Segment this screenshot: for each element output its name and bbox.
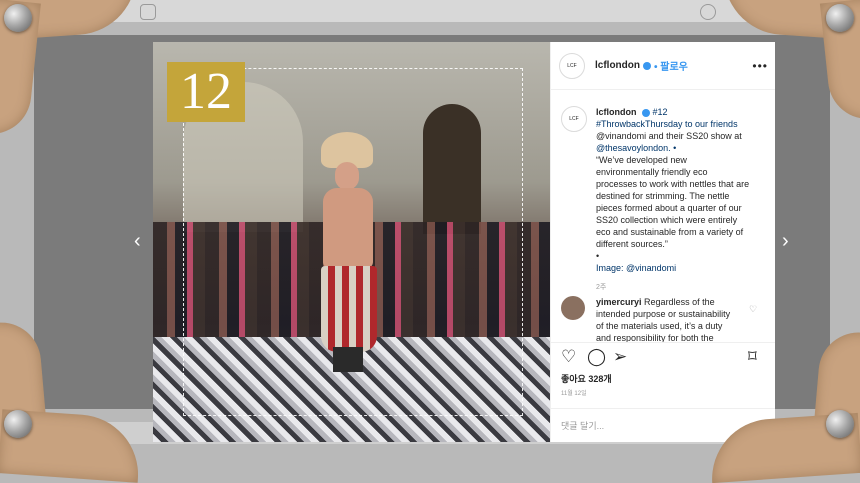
caption-line: pieces formed about a quarter of our	[596, 203, 742, 213]
caption-avatar-text: LCF	[569, 116, 579, 122]
comment-line: intended purpose or sustainability	[596, 309, 731, 319]
caption-line[interactable]: @thesavoylondon. •	[596, 143, 676, 153]
comment-line: Regardless of the	[644, 297, 715, 307]
commenter-avatar[interactable]	[561, 296, 585, 320]
caption-line: destined for strimming. The nettle	[596, 191, 730, 201]
follow-label: 팔로우	[660, 62, 688, 73]
photo-number-badge: 12	[167, 62, 245, 122]
caption-line: •	[596, 251, 600, 261]
comment: yimercuryi Regardless of the intended pu…	[596, 296, 746, 342]
compass-icon	[700, 4, 716, 20]
caption-line[interactable]: Image: @vinandomi	[596, 263, 676, 273]
post-caption: lcflondon #12 #ThrowbackThursday to our …	[596, 106, 766, 274]
caption-line: SS20 collection which were entirely	[596, 215, 738, 225]
action-bar: ♡ ◯ ➢ ⌑	[551, 342, 775, 373]
post-photo[interactable]: 12	[153, 42, 550, 442]
pin-icon	[826, 410, 854, 438]
more-options-icon[interactable]: •••	[752, 59, 768, 73]
caption-username[interactable]: lcflondon	[596, 107, 637, 117]
comment-line: and responsibility for both the	[596, 333, 714, 342]
pin-icon	[4, 410, 32, 438]
chevron-left-icon[interactable]: ‹	[134, 230, 141, 253]
pin-icon	[4, 4, 32, 32]
post-date: 11월 12일	[561, 391, 587, 397]
post-modal: 12 LCF lcflondon • 팔로우 ••• LCF lcflondon…	[153, 42, 775, 442]
caption-line: “We’ve developed new	[596, 155, 687, 165]
comment-icon[interactable]: ◯	[587, 347, 606, 367]
caption-line: different sources.”	[596, 239, 668, 249]
pin-icon	[826, 4, 854, 32]
comments-area[interactable]: LCF lcflondon #12 #ThrowbackThursday to …	[551, 90, 775, 342]
caption-line: environmentally friendly eco	[596, 167, 708, 177]
username-link[interactable]: lcflondon	[595, 60, 640, 71]
chevron-right-icon[interactable]: ›	[782, 230, 789, 253]
caption-avatar[interactable]: LCF	[561, 106, 587, 132]
caption-line[interactable]: #12	[653, 107, 668, 117]
post-header: LCF lcflondon • 팔로우 •••	[551, 42, 775, 90]
caption-line: processes to work with nettles that are	[596, 179, 750, 189]
caption-time: 2주	[596, 284, 607, 291]
heart-icon[interactable]: ♡	[561, 347, 576, 367]
avatar[interactable]: LCF	[559, 52, 585, 79]
instagram-icon	[140, 4, 156, 20]
follow-button[interactable]: • 팔로우	[654, 58, 688, 73]
verified-icon	[643, 61, 651, 70]
bookmark-icon[interactable]: ⌑	[748, 347, 757, 367]
like-count[interactable]: 좋아요 328개	[561, 372, 612, 385]
post-side-panel: LCF lcflondon • 팔로우 ••• LCF lcflondon #1…	[550, 42, 775, 442]
caption-line: eco and sustainable from a variety of	[596, 227, 744, 237]
avatar-text: LCF	[567, 62, 577, 69]
caption-verified-icon	[642, 108, 651, 117]
caption-line: @vinandomi and their SS20 show at	[596, 131, 742, 141]
share-icon[interactable]: ➢	[613, 347, 627, 367]
add-comment-placeholder: 댓글 달기...	[561, 421, 605, 431]
caption-line[interactable]: #ThrowbackThursday to our friends	[596, 119, 738, 129]
comment-like-icon[interactable]: ♡	[749, 304, 757, 315]
comment-line: of the materials used, it’s a duty	[596, 321, 723, 331]
comment-username[interactable]: yimercuryi	[596, 297, 642, 307]
